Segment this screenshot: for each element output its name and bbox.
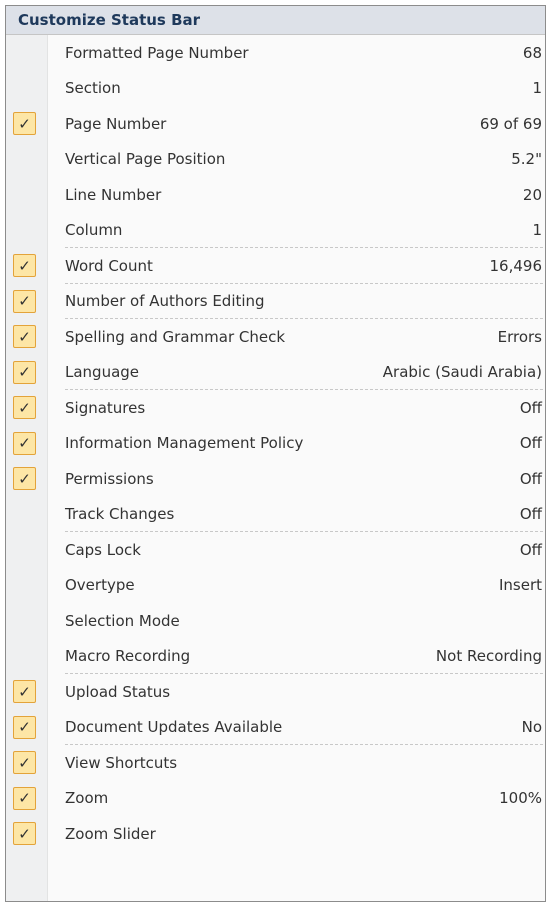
customize-status-bar-menu: Customize Status Bar Formatted Page Numb… (5, 5, 546, 902)
menu-item-label: Overtype (65, 576, 135, 595)
menu-item-label: Document Updates Available (65, 718, 283, 737)
menu-item-line-number[interactable]: Line Number 20 (6, 177, 545, 213)
menu-item-label: Line Number (65, 185, 162, 204)
menu-item-document-updates-available[interactable]: ✓ Document Updates Available No (6, 710, 545, 745)
menu-item-label: Signatures (65, 398, 146, 417)
menu-item-value: 1 (532, 79, 542, 98)
menu-item-label: Section (65, 79, 121, 98)
menu-item-label: Macro Recording (65, 647, 191, 666)
checkmark-icon: ✓ (13, 360, 36, 384)
menu-item-value: 1 (532, 221, 542, 240)
menu-item-information-management-policy[interactable]: ✓ Information Management Policy Off (6, 426, 545, 462)
menu-item-value: 100% (499, 789, 542, 808)
menu-item-word-count[interactable]: ✓ Word Count 16,496 (6, 248, 545, 284)
menu-item-spelling-and-grammar-check[interactable]: ✓ Spelling and Grammar Check Errors (6, 319, 545, 355)
menu-item-track-changes[interactable]: Track Changes Off (6, 497, 545, 532)
menu-item-column[interactable]: Column 1 (6, 213, 545, 248)
menu-item-label: Selection Mode (65, 611, 180, 630)
menu-item-label: Upload Status (65, 682, 171, 701)
menu-item-label: Permissions (65, 469, 154, 488)
menu-item-label: Page Number (65, 114, 167, 133)
menu-item-vertical-page-position[interactable]: Vertical Page Position 5.2" (6, 142, 545, 178)
menu-item-label: Vertical Page Position (65, 150, 226, 169)
menu-item-formatted-page-number[interactable]: Formatted Page Number 68 (6, 35, 545, 71)
menu-item-value: Arabic (Saudi Arabia) (382, 363, 542, 382)
checkmark-icon: ✓ (13, 680, 36, 704)
menu-item-value: Off (519, 505, 542, 524)
menu-item-signatures[interactable]: ✓ Signatures Off (6, 390, 545, 426)
checkmark-icon: ✓ (13, 289, 36, 313)
menu-item-label: Spelling and Grammar Check (65, 327, 286, 346)
menu-item-value: Off (519, 540, 542, 559)
checkmark-icon: ✓ (13, 254, 36, 278)
menu-item-label: Column (65, 221, 123, 240)
menu-item-value: Off (519, 434, 542, 453)
checkmark-icon: ✓ (13, 112, 36, 136)
checkmark-icon: ✓ (13, 325, 36, 349)
menu-item-value: No (521, 718, 542, 737)
menu-item-number-of-authors-editing[interactable]: ✓ Number of Authors Editing (6, 284, 545, 319)
menu-item-value: 5.2" (511, 150, 542, 169)
menu-item-upload-status[interactable]: ✓ Upload Status (6, 674, 545, 710)
menu-item-label: Formatted Page Number (65, 43, 249, 62)
menu-item-label: View Shortcuts (65, 753, 178, 772)
menu-item-view-shortcuts[interactable]: ✓ View Shortcuts (6, 745, 545, 781)
menu-items: Formatted Page Number 68 Section 1 ✓ Page Num… (6, 35, 545, 852)
menu-item-value: 68 (522, 43, 542, 62)
menu-item-label: Information Management Policy (65, 434, 304, 453)
menu-item-value: Off (519, 398, 542, 417)
menu-item-permissions[interactable]: ✓ Permissions Off (6, 461, 545, 497)
menu-item-selection-mode[interactable]: Selection Mode (6, 603, 545, 639)
checkmark-icon: ✓ (13, 822, 36, 846)
checkmark-icon: ✓ (13, 467, 36, 491)
menu-item-zoom-slider[interactable]: ✓ Zoom Slider (6, 816, 545, 852)
checkmark-icon: ✓ (13, 396, 36, 420)
menu-item-label: Caps Lock (65, 540, 141, 559)
menu-item-label: Number of Authors Editing (65, 292, 265, 311)
menu-item-value: 69 of 69 (479, 114, 542, 133)
checkmark-icon: ✓ (13, 715, 36, 739)
menu-item-overtype[interactable]: Overtype Insert (6, 568, 545, 604)
checkmark-icon: ✓ (13, 786, 36, 810)
menu-item-value: Insert (498, 576, 542, 595)
menu-item-label: Word Count (65, 256, 153, 275)
menu-item-value: 20 (522, 185, 542, 204)
menu-item-label: Track Changes (65, 505, 175, 524)
menu-item-language[interactable]: ✓ Language Arabic (Saudi Arabia) (6, 355, 545, 390)
checkmark-icon: ✓ (13, 431, 36, 455)
menu-item-macro-recording[interactable]: Macro Recording Not Recording (6, 639, 545, 674)
menu-item-value: Errors (497, 327, 542, 346)
menu-item-value: 16,496 (489, 256, 543, 275)
menu-item-label: Zoom (65, 789, 109, 808)
menu-item-label: Zoom Slider (65, 824, 156, 843)
menu-item-page-number[interactable]: ✓ Page Number 69 of 69 (6, 106, 545, 142)
menu-item-label: Language (65, 363, 140, 382)
menu-item-value: Off (519, 469, 542, 488)
menu-item-section[interactable]: Section 1 (6, 71, 545, 107)
checkmark-icon: ✓ (13, 751, 36, 775)
menu-title: Customize Status Bar (6, 6, 545, 35)
menu-item-value: Not Recording (435, 647, 542, 666)
menu-item-caps-lock[interactable]: Caps Lock Off (6, 532, 545, 568)
menu-item-zoom[interactable]: ✓ Zoom 100% (6, 781, 545, 817)
